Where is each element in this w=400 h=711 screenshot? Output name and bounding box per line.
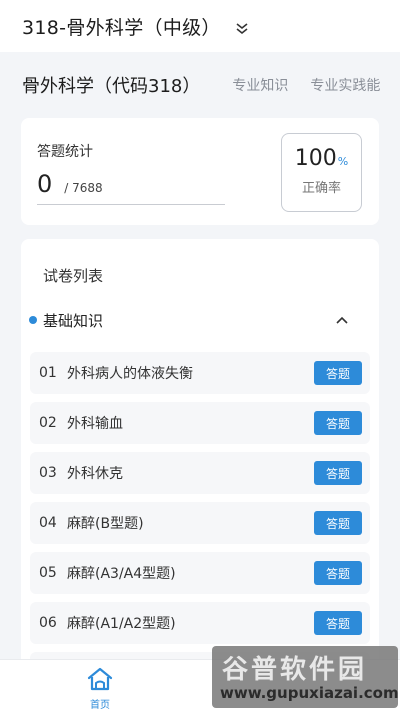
section-header[interactable]: 基础知识 <box>29 305 369 335</box>
progress-underline <box>37 204 225 205</box>
tab-professional-knowledge[interactable]: 专业知识 <box>232 75 288 95</box>
answer-button[interactable]: 答题 <box>314 611 362 635</box>
watermark: 谷普软件园 www.gupuxiazai.com <box>212 646 399 708</box>
item-number: 06 <box>39 615 57 631</box>
answer-button[interactable]: 答题 <box>314 361 362 385</box>
watermark-title: 谷普软件园 <box>222 655 368 685</box>
answer-button[interactable]: 答题 <box>314 411 362 435</box>
watermark-url: www.gupuxiazai.com <box>220 684 399 702</box>
item-name: 麻醉(B型题) <box>67 516 144 532</box>
item-name: 麻醉(A3/A4型题) <box>67 566 176 582</box>
answer-button[interactable]: 答题 <box>314 511 362 535</box>
total-count: / 7688 <box>64 181 103 195</box>
paper-list-title: 试卷列表 <box>43 267 104 285</box>
paper-list-card: 试卷列表 基础知识 01 外科病人的体液失衡 答题 02 外科输血 答题 03 … <box>21 239 379 711</box>
chevron-up-icon[interactable] <box>335 313 349 327</box>
stats-card: 答题统计 0 / 7688 100% 正确率 <box>21 118 379 225</box>
stats-label: 答题统计 <box>37 144 93 160</box>
section-title: 基础知识 <box>43 311 104 330</box>
accuracy-box: 100% 正确率 <box>281 133 362 212</box>
list-item[interactable]: 06 麻醉(A1/A2型题) 答题 <box>30 602 370 644</box>
answered-count: 0 <box>37 170 53 198</box>
subject-bar: 骨外科学（代码318） 专业知识 专业实践能 <box>0 60 400 110</box>
item-name: 外科输血 <box>67 416 123 432</box>
item-number: 05 <box>39 565 57 581</box>
list-item[interactable]: 03 外科休克 答题 <box>30 452 370 494</box>
item-number: 03 <box>39 465 57 481</box>
chevron-down-icon[interactable] <box>235 21 249 35</box>
home-icon <box>87 667 113 691</box>
nav-home[interactable]: 首页 <box>80 666 120 711</box>
item-number: 01 <box>39 365 57 381</box>
top-bar: 318-骨外科学（中级） <box>0 0 400 52</box>
section-dot-icon <box>29 316 37 324</box>
accuracy-label: 正确率 <box>301 181 341 196</box>
item-name: 外科病人的体液失衡 <box>67 366 193 382</box>
answer-button[interactable]: 答题 <box>314 461 362 485</box>
item-name: 麻醉(A1/A2型题) <box>67 616 176 632</box>
list-item[interactable]: 04 麻醉(B型题) 答题 <box>30 502 370 544</box>
answer-button[interactable]: 答题 <box>314 561 362 585</box>
item-number: 02 <box>39 415 57 431</box>
accuracy-value: 100% <box>294 146 349 171</box>
accuracy-unit: % <box>337 155 349 168</box>
subject-title: 骨外科学（代码318） <box>22 76 201 97</box>
list-item[interactable]: 05 麻醉(A3/A4型题) 答题 <box>30 552 370 594</box>
item-number: 04 <box>39 515 57 531</box>
list-item[interactable]: 01 外科病人的体液失衡 答题 <box>30 352 370 394</box>
list-item[interactable]: 02 外科输血 答题 <box>30 402 370 444</box>
exam-title[interactable]: 318-骨外科学（中级） <box>22 13 221 40</box>
answer-count: 0 / 7688 <box>37 170 103 198</box>
item-name: 外科休克 <box>67 466 123 482</box>
tab-professional-practice[interactable]: 专业实践能 <box>310 75 380 95</box>
nav-home-label: 首页 <box>90 700 110 711</box>
